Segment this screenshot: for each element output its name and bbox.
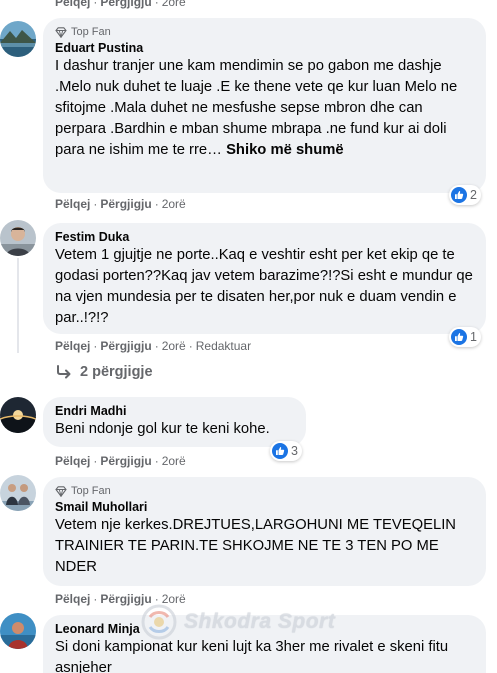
- comment-meta-3: Pëlqej · Përgjigju · 2orë: [55, 454, 186, 468]
- comment-meta-1: Pëlqej · Përgjigju · 2orë: [55, 197, 186, 211]
- avatar[interactable]: [0, 613, 36, 649]
- reply-action[interactable]: Përgjigju: [100, 454, 151, 468]
- comment-bubble: Top Fan Eduart Pustina I dashur tranjer …: [43, 18, 486, 193]
- avatar-image: [0, 21, 36, 57]
- thumbs-up-icon: [272, 443, 288, 459]
- diamond-icon: [55, 26, 67, 38]
- comment-text: Vetem 1 gjujtje ne porte..Kaq e veshtir …: [55, 247, 473, 326]
- shkodra-sport-logo: [141, 604, 177, 640]
- like-action[interactable]: Pëlqej: [55, 197, 90, 211]
- reply-action[interactable]: Përgjigju: [100, 197, 151, 211]
- watermark: Shkodra Sport: [140, 603, 335, 641]
- thumbs-up-icon: [451, 329, 467, 345]
- avatar-image: [0, 475, 36, 511]
- comment-bubble: Endri Madhi Beni ndonje gol kur te keni …: [43, 397, 306, 447]
- comment-time[interactable]: 2orë: [162, 197, 186, 211]
- avatar-image: [0, 397, 36, 433]
- diamond-icon: [55, 485, 67, 497]
- comment-bubble: Festim Duka Vetem 1 gjujtje ne porte..Ka…: [43, 223, 486, 334]
- comment-bubble: Top Fan Smail Muhollari Vetem nje kerkes…: [43, 477, 486, 586]
- thread-line: [17, 258, 19, 353]
- avatar[interactable]: [0, 220, 36, 256]
- comment-time[interactable]: 2orë: [162, 454, 186, 468]
- avatar[interactable]: [0, 21, 36, 57]
- reply-arrow-icon: [57, 365, 71, 379]
- comment-author[interactable]: Endri Madhi: [55, 404, 294, 419]
- thumbs-up-icon: [451, 187, 467, 203]
- comment-meta-0: Pëlqej · Përgjigju · 2orë: [55, 0, 186, 9]
- avatar[interactable]: [0, 475, 36, 511]
- comment-time[interactable]: 2orë: [162, 0, 186, 9]
- top-fan-badge: Top Fan: [55, 25, 474, 39]
- comment-text: Si doni kampionat kur keni lujt ka 3her …: [55, 639, 449, 673]
- see-more-link[interactable]: Shiko më shumë: [226, 142, 344, 158]
- reaction-count[interactable]: 2: [449, 185, 481, 205]
- comment-text: Vetem nje kerkes.DREJTUES,LARGOHUNI ME T…: [55, 517, 456, 575]
- reaction-count[interactable]: 3: [270, 441, 302, 461]
- avatar-image: [0, 613, 36, 649]
- edited-label[interactable]: Redaktuar: [196, 339, 251, 353]
- top-fan-badge: Top Fan: [55, 484, 474, 498]
- comment-text: Beni ndonje gol kur te keni kohe.: [55, 421, 270, 437]
- reply-action[interactable]: Përgjigju: [100, 339, 151, 353]
- like-action[interactable]: Pëlqej: [55, 592, 90, 606]
- reaction-count[interactable]: 1: [449, 327, 481, 347]
- comment-meta-2: Pëlqej · Përgjigju · 2orë · Redaktuar: [55, 339, 252, 353]
- like-action[interactable]: Pëlqej: [55, 454, 90, 468]
- reply-action[interactable]: Përgjigju: [100, 0, 151, 9]
- comment-time[interactable]: 2orë: [162, 339, 186, 353]
- comment-author[interactable]: Smail Muhollari: [55, 500, 474, 515]
- like-action[interactable]: Pëlqej: [55, 339, 90, 353]
- comment-author[interactable]: Festim Duka: [55, 230, 474, 245]
- comment-text: I dashur tranjer une kam mendimin se po …: [55, 58, 458, 158]
- avatar-image: [0, 220, 36, 256]
- comment-author[interactable]: Eduart Pustina: [55, 41, 474, 56]
- avatar[interactable]: [0, 397, 36, 433]
- like-action[interactable]: Pëlqej: [55, 0, 90, 9]
- view-replies-link[interactable]: 2 përgjigje: [56, 364, 153, 380]
